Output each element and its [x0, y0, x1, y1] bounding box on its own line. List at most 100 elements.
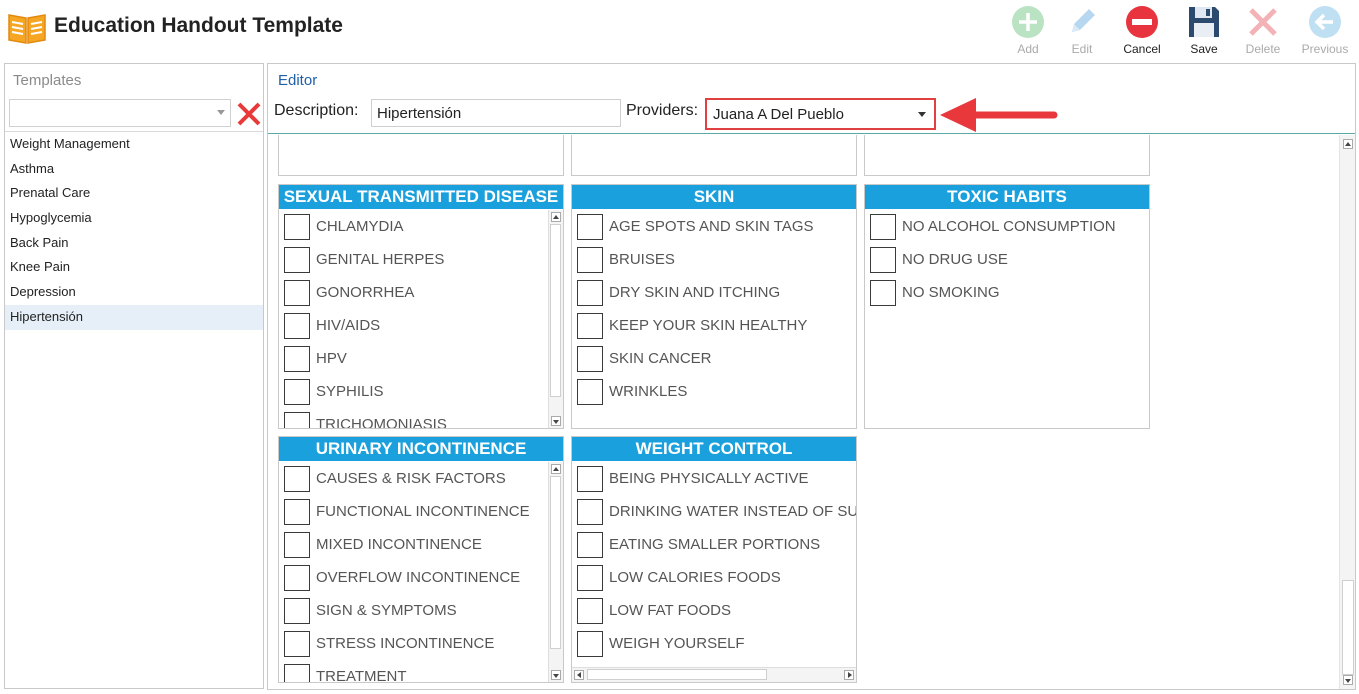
handout-checkbox[interactable] [577, 379, 603, 405]
template-list-item[interactable]: Hipertensión [5, 304, 263, 330]
handout-item-label: DRINKING WATER INSTEAD OF SUGARY DRINKS [609, 503, 856, 520]
handout-checkbox[interactable] [577, 499, 603, 525]
templates-panel: Templates Weight Management Asthma Prenata… [4, 63, 264, 689]
handout-checkbox[interactable] [577, 598, 603, 624]
chevron-down-icon[interactable] [918, 112, 926, 117]
handout-checkbox[interactable] [577, 346, 603, 372]
card-horizontal-scrollbar[interactable] [572, 667, 856, 682]
scroll-up-icon[interactable] [551, 464, 561, 474]
edit-button[interactable]: Edit [1056, 4, 1108, 60]
handout-checkbox[interactable] [284, 280, 310, 306]
handout-checkbox[interactable] [284, 565, 310, 591]
template-list-item[interactable]: Hypoglycemia [5, 206, 263, 231]
template-list: Weight Management Asthma Prenatal Care Hypo… [5, 131, 263, 687]
template-list-item[interactable]: Knee Pain [5, 255, 263, 280]
handout-checkbox[interactable] [870, 214, 896, 240]
add-button[interactable]: Add [1002, 4, 1054, 60]
handout-checkbox[interactable] [284, 532, 310, 558]
providers-selected-value: Juana A Del Pueblo [713, 106, 844, 123]
template-list-item[interactable]: Asthma [5, 157, 263, 182]
editor-panel: Editor Description: Hipertensión Provide… [267, 63, 1356, 690]
handout-item-label: TRICHOMONIASIS [316, 416, 447, 428]
description-input[interactable]: Hipertensión [371, 99, 621, 127]
handout-checkbox[interactable] [577, 532, 603, 558]
template-list-item[interactable]: Depression [5, 280, 263, 305]
scroll-thumb[interactable] [550, 476, 561, 649]
add-label: Add [1017, 42, 1039, 56]
category-title: WEIGHT CONTROL [572, 437, 856, 461]
editor-vertical-scrollbar[interactable] [1339, 135, 1355, 689]
handout-item-label: LOW CALORIES FOODS [609, 569, 781, 586]
handout-checkbox[interactable] [284, 313, 310, 339]
handout-checkbox[interactable] [577, 214, 603, 240]
handout-checkbox[interactable] [577, 280, 603, 306]
pencil-icon [1072, 9, 1095, 32]
handout-item-label: HIV/AIDS [316, 317, 381, 334]
book-icon [8, 14, 46, 44]
category-item-list: CHLAMYDIA GENITAL HERPES GONORRHEA HIV/AIDS… [279, 210, 563, 428]
handout-item-label: WRINKLES [609, 383, 688, 400]
scroll-down-icon[interactable] [551, 670, 561, 680]
handout-item-label: TREATMENT [316, 668, 407, 682]
scroll-up-icon[interactable] [551, 212, 561, 222]
handout-checkbox[interactable] [284, 247, 310, 273]
handout-item-label: SIGN & SYMPTOMS [316, 602, 457, 619]
category-item-list: NO ALCOHOL CONSUMPTION NO DRUG USE NO SMOK… [865, 210, 1149, 428]
delete-button[interactable]: Delete [1237, 4, 1289, 60]
scroll-thumb[interactable] [1342, 580, 1354, 675]
x-icon [1249, 8, 1277, 36]
chevron-down-icon[interactable] [217, 110, 225, 115]
handout-checkbox[interactable] [577, 466, 603, 492]
editor-divider [268, 133, 1355, 134]
template-search-combo[interactable] [9, 99, 231, 127]
template-list-item[interactable]: Back Pain [5, 231, 263, 256]
handout-checkbox[interactable] [284, 346, 310, 372]
handout-checkbox[interactable] [577, 313, 603, 339]
title-bar: Education Handout Template Add Edit Canc… [0, 0, 1359, 62]
handout-item-label: WEIGH YOURSELF [609, 635, 745, 652]
handout-item-label: HPV [316, 350, 347, 367]
handout-checkbox[interactable] [577, 247, 603, 273]
category-item-list: BEING PHYSICALLY ACTIVE DRINKING WATER IN… [572, 462, 856, 682]
scroll-down-icon[interactable] [1343, 675, 1353, 685]
card-vertical-scrollbar[interactable] [548, 210, 563, 428]
scroll-right-icon[interactable] [844, 670, 854, 680]
handout-checkbox[interactable] [284, 664, 310, 682]
handout-item-label: NO DRUG USE [902, 251, 1008, 268]
editor-title: Editor [278, 72, 318, 89]
category-item-list: CAUSES & RISK FACTORS FUNCTIONAL INCONTIN… [279, 462, 563, 682]
handout-checkbox[interactable] [577, 631, 603, 657]
scroll-left-icon[interactable] [574, 670, 584, 680]
scroll-up-icon[interactable] [1343, 139, 1353, 149]
previous-button[interactable]: Previous [1299, 4, 1351, 60]
card-vertical-scrollbar[interactable] [548, 462, 563, 682]
providers-dropdown[interactable]: Juana A Del Pueblo [705, 98, 936, 130]
handout-checkbox[interactable] [284, 466, 310, 492]
handout-checkbox[interactable] [870, 247, 896, 273]
scroll-down-icon[interactable] [551, 416, 561, 426]
category-card: URINARY INCONTINENCE CAUSES & RISK FACTOR… [278, 436, 564, 683]
handout-item-label: SYPHILIS [316, 383, 384, 400]
clear-x-icon[interactable] [236, 101, 262, 127]
cancel-button[interactable]: Cancel [1116, 4, 1168, 60]
handout-item-label: STRESS INCONTINENCE [316, 635, 495, 652]
handout-checkbox[interactable] [870, 280, 896, 306]
handout-item-label: NO SMOKING [902, 284, 1000, 301]
category-item-list: AGE SPOTS AND SKIN TAGS BRUISES DRY SKIN A… [572, 210, 856, 428]
handout-checkbox[interactable] [284, 598, 310, 624]
handout-checkbox[interactable] [284, 379, 310, 405]
handout-checkbox[interactable] [284, 412, 310, 428]
handout-checkbox[interactable] [284, 214, 310, 240]
handout-item-label: MIXED INCONTINENCE [316, 536, 482, 553]
save-button[interactable]: Save [1178, 4, 1230, 60]
category-card-stub [864, 135, 1150, 176]
scroll-thumb[interactable] [587, 669, 767, 680]
handout-checkbox[interactable] [577, 565, 603, 591]
scroll-thumb[interactable] [550, 224, 561, 397]
template-list-item[interactable]: Prenatal Care [5, 181, 263, 206]
handout-checkbox[interactable] [284, 631, 310, 657]
category-card: SEXUAL TRANSMITTED DISEASE CHLAMYDIA GENIT… [278, 184, 564, 429]
handout-checkbox[interactable] [284, 499, 310, 525]
template-list-item[interactable]: Weight Management [5, 132, 263, 157]
handout-item-label: AGE SPOTS AND SKIN TAGS [609, 218, 814, 235]
